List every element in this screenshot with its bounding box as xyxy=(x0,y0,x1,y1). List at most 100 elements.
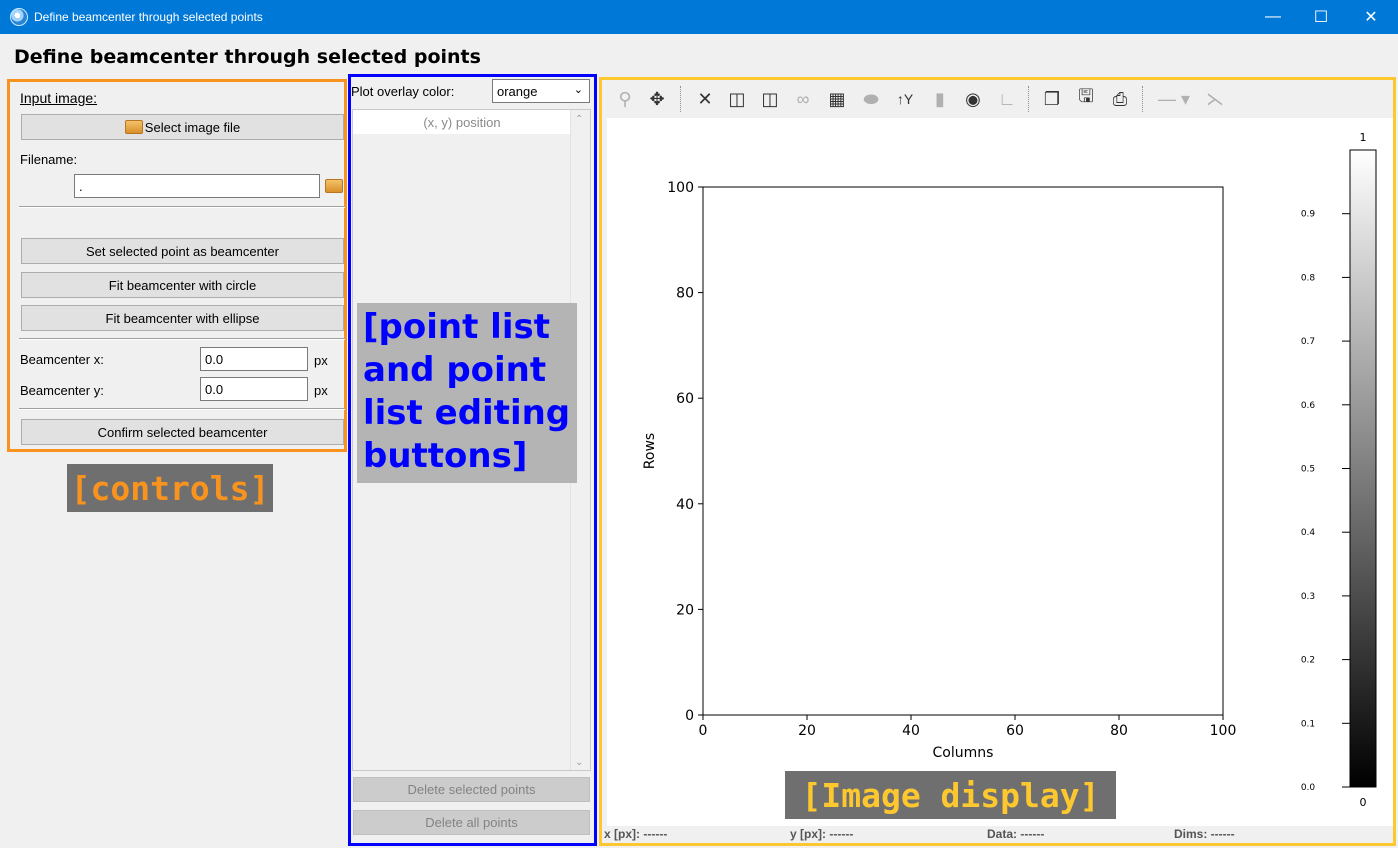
colorbar-group: 1 0 0.0 0.1 0.2 0.3 0.4 0.5 0.6 0.7 0.8 0.9 xyxy=(1301,131,1377,809)
x-tick-label: 0 xyxy=(699,723,708,739)
crosshair-icon[interactable]: ∞ xyxy=(790,86,816,112)
y-tick-label: 60 xyxy=(676,391,694,407)
overlay-color-select[interactable]: orange ⌄ xyxy=(492,79,590,103)
profile-icon[interactable]: ▦ xyxy=(824,86,850,112)
image-display-panel: ⚲ ✥ ✕ ◫ ◫ ∞ ▦ ⬬ ↑Y ▮ ◉ ∟ ❐ 🖫 ⎙ — ▾ ⋋ 0 20… xyxy=(599,77,1396,846)
beamcenter-x-field[interactable]: 0.0 xyxy=(200,347,308,371)
separator xyxy=(19,206,345,208)
set-point-beamcenter-button[interactable]: Set selected point as beamcenter xyxy=(21,238,344,264)
zoom-icon[interactable]: ⚲ xyxy=(612,86,638,112)
status-data: Data: ------ xyxy=(987,827,1045,841)
y-tick-label: 20 xyxy=(676,602,694,618)
colorbar-icon[interactable]: ▮ xyxy=(927,86,953,112)
colorbar-tick-label: 0.3 xyxy=(1301,592,1315,602)
plot-frame xyxy=(702,186,1224,716)
input-image-label: Input image: xyxy=(20,90,98,106)
colormap-icon[interactable]: ◫ xyxy=(724,86,750,112)
marker-style-icon[interactable]: ⋋ xyxy=(1202,86,1228,112)
beamcenter-y-label: Beamcenter y: xyxy=(20,383,104,398)
x-axis-label: Columns xyxy=(933,745,994,761)
overlay-color-label: Plot overlay color: xyxy=(351,84,455,99)
app-icon xyxy=(10,8,28,26)
save-icon[interactable]: 🖫 xyxy=(1073,86,1099,112)
beamcenter-y-field[interactable]: 0.0 xyxy=(200,377,308,401)
x-tick-label: 80 xyxy=(1110,723,1128,739)
y-tick-label: 0 xyxy=(685,708,694,724)
close-icon[interactable]: ✕ xyxy=(1348,0,1394,34)
plot-area[interactable]: 0 20 40 60 80 100 0 20 40 60 80 100 Columns Rows 1 0 0.… xyxy=(607,118,1393,826)
folder-icon xyxy=(325,179,343,193)
y-axis-icon[interactable]: ↑Y xyxy=(892,86,918,112)
plot-svg[interactable]: 0 20 40 60 80 100 0 20 40 60 80 100 Columns Rows 1 0 0.… xyxy=(607,118,1393,826)
select-image-label: Select image file xyxy=(144,119,241,135)
colorbar-tick-label: 0.4 xyxy=(1301,528,1316,538)
colorbar-tick-label: 0.9 xyxy=(1301,210,1316,220)
display-annotation: [Image display] xyxy=(785,771,1116,819)
pointlist-annotation: [point list and point list editing butto… xyxy=(357,303,577,483)
list-header: (x, y) position xyxy=(353,110,571,134)
status-dims: Dims: ------ xyxy=(1174,827,1235,841)
colorbar-tick-label: 0.0 xyxy=(1301,783,1316,793)
beamcenter-y-unit: px xyxy=(314,383,328,398)
controls-panel: Input image: Select image file Filename:… xyxy=(7,79,347,452)
copy-icon[interactable]: ❐ xyxy=(1039,86,1065,112)
scroll-down-icon[interactable]: ⌄ xyxy=(575,757,583,768)
delete-selected-points-button[interactable]: Delete selected points xyxy=(353,777,590,802)
controls-annotation: [controls] xyxy=(67,464,273,512)
colorbar-tick-label: 0.5 xyxy=(1301,465,1315,475)
x-tick-label: 60 xyxy=(1006,723,1024,739)
maximize-icon[interactable]: ☐ xyxy=(1298,0,1344,34)
colorbar-tick-label: 0.6 xyxy=(1301,401,1316,411)
colorbar-min-label: 0 xyxy=(1360,796,1367,809)
folder-icon xyxy=(124,120,143,134)
pan-icon[interactable]: ✥ xyxy=(644,86,670,112)
toolbar-separator xyxy=(680,86,681,112)
minimize-icon[interactable]: — xyxy=(1250,0,1296,34)
print-icon[interactable]: ⎙ xyxy=(1107,86,1133,112)
window-title: Define beamcenter through selected point… xyxy=(34,10,263,24)
x-tick-label: 20 xyxy=(798,723,816,739)
scroll-up-icon[interactable]: ⌃ xyxy=(575,114,583,125)
toolbar-separator xyxy=(1028,86,1029,112)
reset-zoom-icon[interactable]: ✕ xyxy=(692,86,718,112)
overlay-color-value: orange xyxy=(497,83,538,99)
y-axis-label: Rows xyxy=(642,433,658,469)
separator xyxy=(19,338,345,340)
toolbar-separator xyxy=(1142,86,1143,112)
y-tick-label: 80 xyxy=(676,286,694,302)
delete-all-points-button[interactable]: Delete all points xyxy=(353,810,590,835)
axes-group: 0 20 40 60 80 100 0 20 40 60 80 100 Columns Rows xyxy=(642,180,1236,761)
separator xyxy=(19,408,345,410)
browse-button[interactable] xyxy=(323,176,345,196)
page-title: Define beamcenter through selected point… xyxy=(14,46,481,68)
y-tick-label: 100 xyxy=(667,180,694,196)
status-bar: x [px]: ------ y [px]: ------ Data: ----… xyxy=(602,824,1393,846)
filename-field[interactable]: . xyxy=(74,174,320,198)
fit-circle-button[interactable]: Fit beamcenter with circle xyxy=(21,272,344,298)
status-x: x [px]: ------ xyxy=(604,827,668,841)
y-tick-label: 40 xyxy=(676,497,694,513)
status-y: y [px]: ------ xyxy=(790,827,854,841)
colorbar-tick-label: 0.8 xyxy=(1301,273,1316,283)
x-tick-label: 40 xyxy=(902,723,920,739)
colorbar-tick-label: 0.7 xyxy=(1301,337,1315,347)
colorbar xyxy=(1349,149,1377,788)
plot-toolbar: ⚲ ✥ ✕ ◫ ◫ ∞ ▦ ⬬ ↑Y ▮ ◉ ∟ ❐ 🖫 ⎙ — ▾ ⋋ xyxy=(602,80,1393,116)
confirm-beamcenter-button[interactable]: Confirm selected beamcenter xyxy=(21,419,344,445)
beamcenter-x-unit: px xyxy=(314,353,328,368)
axis-icon[interactable]: ∟ xyxy=(994,86,1020,112)
title-bar: Define beamcenter through selected point… xyxy=(0,0,1398,34)
select-image-button[interactable]: Select image file xyxy=(21,114,344,140)
beamcenter-x-label: Beamcenter x: xyxy=(20,352,104,367)
chevron-down-icon: ⌄ xyxy=(573,84,583,96)
line-style-icon[interactable]: — ▾ xyxy=(1155,86,1193,112)
ellipse-icon[interactable]: ⬬ xyxy=(858,86,884,112)
filename-label: Filename: xyxy=(20,152,78,167)
autoscale-icon[interactable]: ◫ xyxy=(757,86,783,112)
x-tick-label: 100 xyxy=(1210,723,1237,739)
fit-ellipse-button[interactable]: Fit beamcenter with ellipse xyxy=(21,305,344,331)
colorbar-tick-label: 0.1 xyxy=(1301,719,1315,729)
colorbar-max-label: 1 xyxy=(1360,131,1367,144)
mask-icon[interactable]: ◉ xyxy=(960,86,986,112)
colorbar-tick-label: 0.2 xyxy=(1301,656,1315,666)
